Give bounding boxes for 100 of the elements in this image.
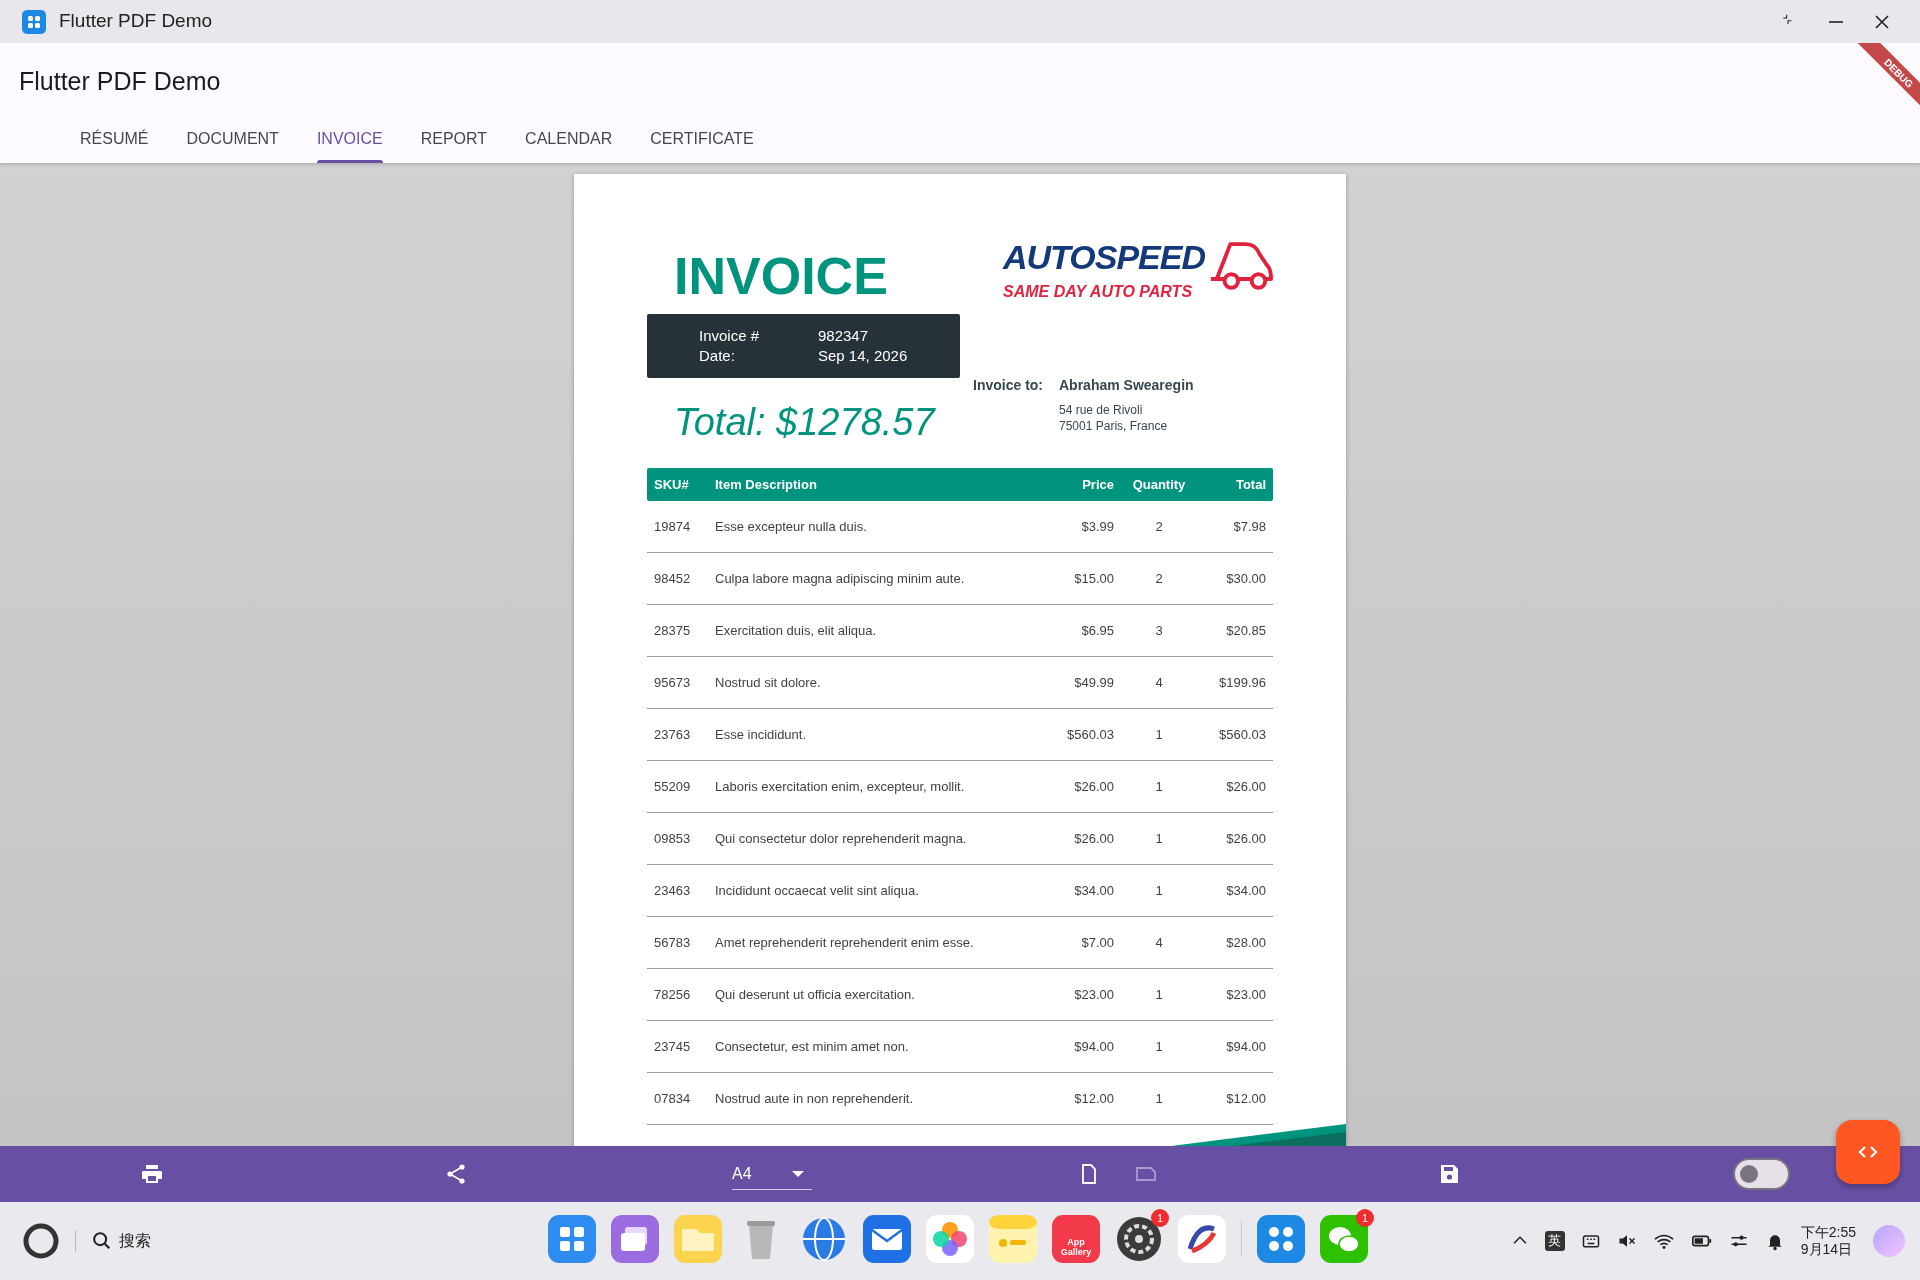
table-cell-text: 28375: [653, 621, 692, 640]
table-cell-text: $34.00: [1225, 881, 1267, 900]
clock-date[interactable]: 9月14日: [1800, 1241, 1853, 1258]
table-cell-text: Qui consectetur dolor reprehenderit magna.: [715, 829, 968, 848]
table-cell-text: $560.03: [1218, 725, 1267, 744]
windows-icon[interactable]: [611, 1215, 659, 1263]
meta-label: Date:: [699, 346, 736, 366]
table-cell-text: Laboris exercitation enim, excepteur, mollit.: [715, 777, 966, 796]
table-cell-text: 23763: [653, 725, 692, 744]
column-header: Total: [1234, 475, 1267, 494]
meta-value: 982347: [818, 326, 869, 346]
table-cell-text: 3: [1154, 621, 1164, 640]
table-cell-text: $12.00: [1073, 1089, 1115, 1108]
table-cell-text: 19874: [653, 517, 692, 536]
table-cell-text: 95673: [653, 673, 692, 692]
flower-icon[interactable]: [926, 1215, 974, 1263]
table-cell-text: 56783: [653, 933, 692, 952]
table-cell-text: 09853: [653, 829, 692, 848]
table-cell-text: Incididunt occaecat velit sint aliqua.: [715, 881, 920, 900]
table-cell-text: $94.00: [1225, 1037, 1267, 1056]
table-cell-text: $26.00: [1225, 829, 1267, 848]
invoice-title: INVOICE: [673, 246, 888, 306]
globe-icon[interactable]: [800, 1215, 848, 1263]
table-cell-text: $6.95: [1080, 621, 1115, 640]
gear-icon[interactable]: [1115, 1215, 1163, 1263]
table-cell-text: 55209: [653, 777, 692, 796]
table-cell-text: 2: [1154, 569, 1164, 588]
chat-icon[interactable]: [1320, 1215, 1368, 1263]
table-cell-text: $12.00: [1225, 1089, 1267, 1108]
table-cell-text: Nostrud aute in non reprehenderit.: [715, 1089, 914, 1108]
table-cell-text: 1: [1154, 985, 1164, 1004]
close-icon[interactable]: [1874, 13, 1890, 30]
tab[interactable]: REPORT: [401, 115, 507, 163]
invoice-to-label: Invoice to:: [973, 376, 1044, 395]
tab[interactable]: RÉSUMÉ: [61, 115, 168, 163]
table-cell-text: Amet reprehenderit reprehenderit enim esse.: [715, 933, 975, 952]
table-cell-text: 07834: [653, 1089, 692, 1108]
table-cell-text: $26.00: [1073, 829, 1115, 848]
meta-value: Sep 14, 2026: [818, 346, 908, 366]
table-cell-text: $7.00: [1080, 933, 1115, 952]
clock-time[interactable]: 下午2:55: [1800, 1224, 1856, 1241]
table-cell-text: $49.99: [1073, 673, 1115, 692]
table-cell-text: 1: [1154, 1037, 1164, 1056]
input-method-indicator[interactable]: 英: [1544, 1231, 1565, 1251]
column-header: SKU#: [653, 475, 690, 494]
column-header: Item Description: [715, 475, 818, 494]
table-cell-text: $34.00: [1073, 881, 1115, 900]
table-cell-text: Consectetur, est minim amet non.: [715, 1037, 910, 1056]
table-cell-text: Nostrud sit dolore.: [715, 673, 822, 692]
table-cell-text: 4: [1154, 673, 1164, 692]
code-button[interactable]: [1836, 1120, 1900, 1184]
arc-icon[interactable]: [1178, 1215, 1226, 1263]
address-line: 54 rue de Rivoli: [1059, 402, 1144, 418]
caret-icon: [792, 1170, 804, 1177]
table-cell-text: $7.98: [1232, 517, 1267, 536]
window-title: Flutter PDF Demo: [59, 9, 213, 34]
table-cell-text: 23745: [653, 1037, 692, 1056]
customer-name: Abraham Swearegin: [1059, 376, 1194, 395]
page-size-dropdown[interactable]: A4: [732, 1158, 812, 1190]
tab[interactable]: INVOICE: [297, 115, 402, 163]
table-cell-text: 98452: [653, 569, 692, 588]
column-header: Quantity: [1131, 475, 1187, 494]
invoice-total: Total: $1278.57: [673, 400, 935, 445]
table-cell-text: 2: [1154, 517, 1164, 536]
table-cell-text: 1: [1154, 777, 1164, 796]
mail-icon[interactable]: [863, 1215, 911, 1263]
print-icon[interactable]: [140, 1162, 164, 1186]
table-cell-text: $23.00: [1225, 985, 1267, 1004]
column-header: Price: [1081, 475, 1115, 494]
table-cell-text: $26.00: [1225, 777, 1267, 796]
table-cell-text: 4: [1154, 933, 1164, 952]
table-cell-text: $30.00: [1225, 569, 1267, 588]
table-cell-text: $560.03: [1066, 725, 1115, 744]
table-cell-text: $28.00: [1225, 933, 1267, 952]
table-cell-text: Qui deserunt ut officia exercitation.: [715, 985, 916, 1004]
search-button[interactable]: 搜索: [91, 1229, 151, 1253]
table-cell-text: $199.96: [1218, 673, 1267, 692]
table-cell-text: 1: [1154, 725, 1164, 744]
tab[interactable]: DOCUMENT: [167, 115, 298, 163]
app-gallery-button[interactable]: App Gallery: [1052, 1215, 1100, 1263]
table-cell-text: 23463: [653, 881, 692, 900]
table-cell-text: Exercitation duis, elit aliqua.: [715, 621, 878, 640]
table-cell-text: $26.00: [1073, 777, 1115, 796]
launcher-icon[interactable]: [1257, 1215, 1305, 1263]
table-cell-text: $15.00: [1073, 569, 1115, 588]
notification-badge: 1: [1356, 1209, 1374, 1227]
logo-name: AUTOSPEED: [1003, 237, 1205, 278]
share-icon[interactable]: [444, 1162, 468, 1186]
notification-badge: 1: [1151, 1209, 1169, 1227]
meta-label: Invoice #: [699, 326, 761, 346]
toggle-switch[interactable]: [1733, 1158, 1790, 1190]
start-icon[interactable]: [22, 1222, 60, 1260]
table-cell-text: 1: [1154, 881, 1164, 900]
table-cell-text: 78256: [653, 985, 692, 1004]
tab[interactable]: CERTIFICATE: [631, 115, 773, 163]
table-cell-text: $3.99: [1080, 517, 1115, 536]
table-cell-text: $94.00: [1073, 1037, 1115, 1056]
app-icon: [22, 9, 46, 34]
tab[interactable]: CALENDAR: [506, 115, 632, 163]
launcher-icon[interactable]: [548, 1215, 596, 1263]
